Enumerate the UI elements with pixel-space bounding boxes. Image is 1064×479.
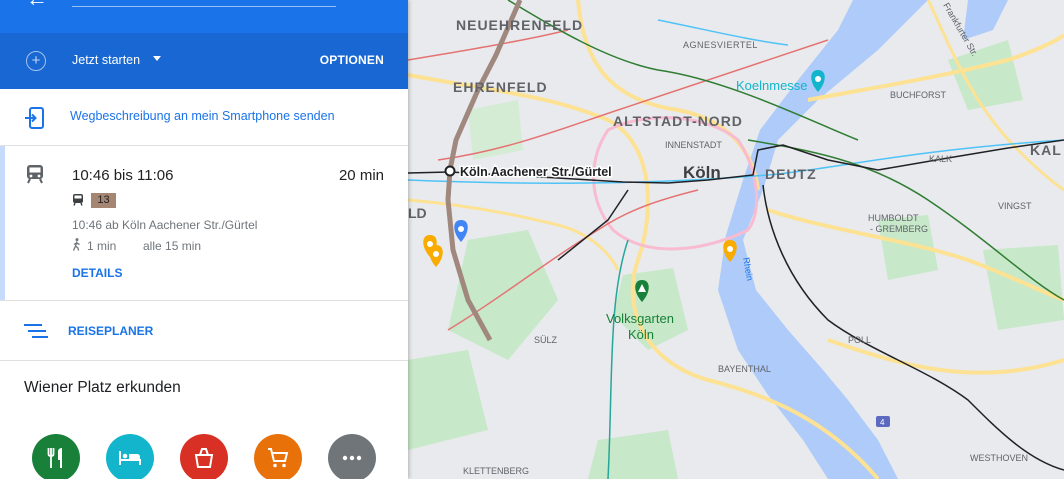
line-badge: 13 <box>91 193 116 208</box>
send-to-phone-row[interactable]: Wegbeschreibung an mein Smartphone sende… <box>0 89 408 146</box>
send-to-phone-icon <box>25 107 44 129</box>
walk-duration: 1 min <box>87 239 117 253</box>
caret-down-icon[interactable] <box>153 56 161 61</box>
category-more-button[interactable] <box>328 434 376 479</box>
hotel-icon <box>119 451 141 465</box>
district-label: NEUEHRENFELD <box>456 17 583 33</box>
start-time-selector[interactable]: Jetzt starten <box>72 53 140 67</box>
trip-planner-row[interactable]: REISEPLANER <box>0 301 408 361</box>
destination-input-underline[interactable] <box>72 6 336 7</box>
district-label: - GREMBERG <box>870 224 928 234</box>
route-option[interactable]: 10:46 bis 11:06 20 min 13 10:46 ab Köln … <box>0 146 408 301</box>
train-icon <box>27 165 43 184</box>
poi-label[interactable]: Volksgarten <box>606 311 674 326</box>
explore-title: Wiener Platz erkunden <box>24 379 181 396</box>
departure-frequency: alle 15 min <box>143 239 202 253</box>
city-label: Köln <box>683 163 721 182</box>
category-restaurants-button[interactable] <box>32 434 80 479</box>
highway-number: 4 <box>880 418 885 427</box>
route-duration: 20 min <box>338 167 384 184</box>
district-label: AGNESVIERTEL <box>683 40 758 50</box>
restaurant-icon <box>47 448 62 468</box>
poi-label[interactable]: Köln <box>628 327 654 342</box>
district-label: ALTSTADT-NORD <box>613 113 743 129</box>
tram-icon <box>73 194 83 206</box>
selected-route-indicator <box>0 146 5 300</box>
options-button[interactable]: OPTIONEN <box>320 53 384 67</box>
walk-icon <box>72 238 80 251</box>
district-label: KAL <box>1030 142 1062 158</box>
district-label: INNENSTADT <box>665 140 722 150</box>
category-takeout-button[interactable] <box>180 434 228 479</box>
district-label: DEUTZ <box>765 166 817 182</box>
district-label: POLL <box>848 335 871 345</box>
district-label: KALK <box>929 154 952 164</box>
send-to-phone-link[interactable]: Wegbeschreibung an mein Smartphone sende… <box>70 109 335 123</box>
district-label: BAYENTHAL <box>718 364 771 374</box>
shopping-cart-icon <box>268 448 289 468</box>
station-label[interactable]: Köln Aachener Str./Gürtel <box>459 164 614 181</box>
park-area <box>468 100 523 160</box>
poi-label[interactable]: Koelnmesse <box>736 78 808 93</box>
district-label: EHRENFELD <box>453 79 548 95</box>
district-label: BUCHFORST <box>890 90 947 100</box>
district-label: KLETTENBERG <box>463 466 529 476</box>
departure-info: 10:46 ab Köln Aachener Str./Gürtel <box>72 218 258 232</box>
details-link[interactable]: DETAILS <box>72 266 122 280</box>
directions-header: ← + Jetzt starten OPTIONEN <box>0 0 408 89</box>
category-hotels-button[interactable] <box>106 434 154 479</box>
station-marker-icon[interactable] <box>444 165 456 177</box>
directions-panel: ← + Jetzt starten OPTIONEN Wegbeschreibu… <box>0 0 408 479</box>
trip-planner-link[interactable]: REISEPLANER <box>68 324 153 338</box>
district-label: VINGST <box>998 201 1032 211</box>
category-shopping-button[interactable] <box>254 434 302 479</box>
takeout-icon <box>194 448 214 468</box>
more-icon <box>342 455 362 461</box>
district-label: WESTHOVEN <box>970 453 1028 463</box>
district-label: SÜLZ <box>534 335 558 345</box>
schedule-list-icon <box>24 324 48 338</box>
back-arrow-icon[interactable]: ← <box>26 0 48 12</box>
district-label: LD <box>408 205 427 221</box>
route-time-range: 10:46 bis 11:06 <box>72 167 174 184</box>
add-icon[interactable]: + <box>26 51 46 71</box>
district-label: HUMBOLDT <box>868 213 919 223</box>
map-canvas[interactable]: Köln Aachener Str./Gürtel NEUEHRENFELD E… <box>408 0 1064 479</box>
